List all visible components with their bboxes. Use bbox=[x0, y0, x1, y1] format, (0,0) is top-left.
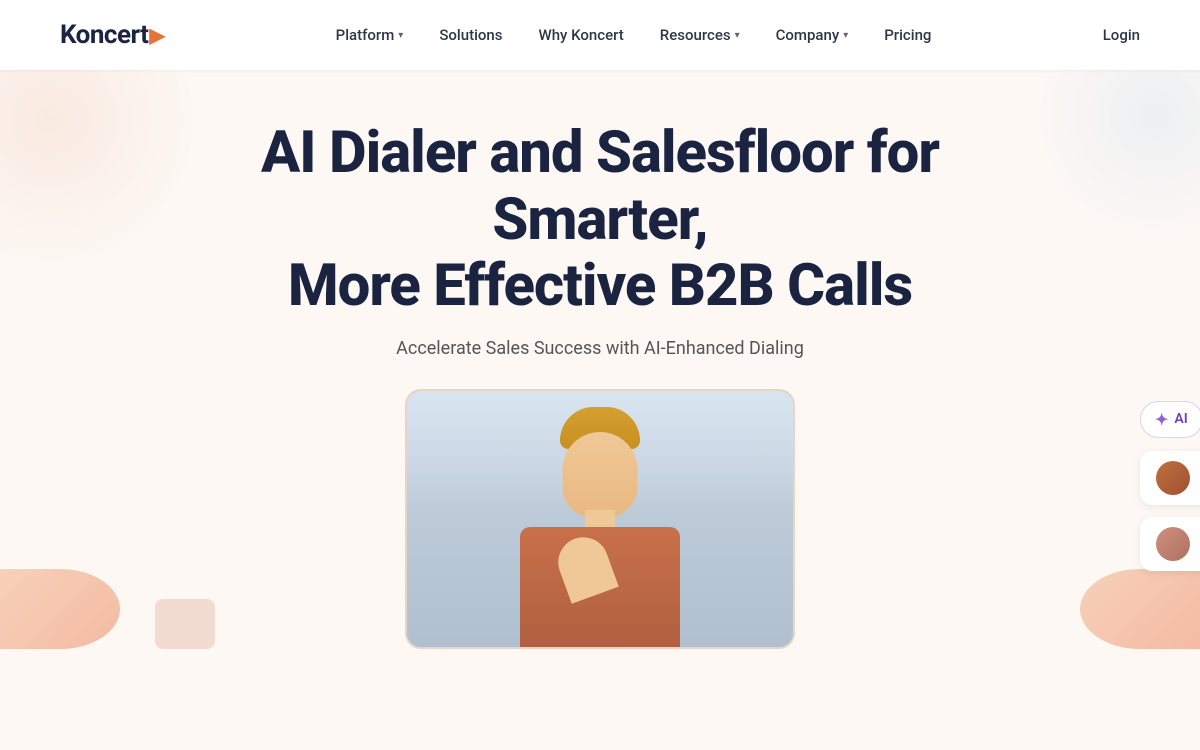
nav-link-company[interactable]: Company ▾ bbox=[776, 26, 849, 44]
hero-section: AI Dialer and Salesfloor for Smarter, Mo… bbox=[0, 70, 1200, 649]
contact-row-marcus: Marcus Elden BAD NUMBER... ✕ bbox=[1140, 451, 1200, 505]
logo-arrow: ▶ bbox=[149, 23, 164, 47]
nav-link-pricing[interactable]: Pricing bbox=[884, 26, 931, 44]
contact-row-nolan: Nolan Sterling VOICEMAIL... QO bbox=[1140, 517, 1200, 571]
ui-overlay: ✦ AI 📞 DIALING.. Marcus Elden BAD NUMBER… bbox=[1140, 399, 1200, 571]
nav-item-solutions[interactable]: Solutions bbox=[439, 26, 502, 44]
chevron-down-icon: ▾ bbox=[843, 30, 848, 41]
hero-headline: AI Dialer and Salesfloor for Smarter, Mo… bbox=[150, 120, 1050, 320]
nav-link-solutions[interactable]: Solutions bbox=[439, 26, 502, 44]
hero-subtext: Accelerate Sales Success with AI-Enhance… bbox=[0, 338, 1200, 359]
avatar-nolan bbox=[1156, 527, 1190, 561]
blob-bottom-left bbox=[0, 569, 120, 649]
nav-link-resources[interactable]: Resources ▾ bbox=[660, 26, 740, 44]
nav-item-company[interactable]: Company ▾ bbox=[776, 26, 849, 44]
logo-text: Koncert bbox=[60, 20, 148, 50]
nav-item-platform[interactable]: Platform ▾ bbox=[336, 26, 404, 44]
login-button[interactable]: Login bbox=[1103, 26, 1140, 44]
person-background bbox=[407, 391, 793, 647]
head bbox=[563, 432, 638, 517]
blob-bottom-left-2 bbox=[155, 599, 215, 649]
hero-card bbox=[405, 389, 795, 649]
nav-link-platform[interactable]: Platform ▾ bbox=[336, 26, 404, 44]
nav-item-pricing[interactable]: Pricing bbox=[884, 26, 931, 44]
dialing-row: ✦ AI 📞 DIALING.. bbox=[1140, 399, 1200, 439]
nav-item-why-koncert[interactable]: Why Koncert bbox=[538, 26, 623, 44]
chevron-down-icon: ▾ bbox=[398, 30, 403, 41]
logo[interactable]: Koncert▶ bbox=[60, 20, 164, 50]
blob-bottom-right bbox=[1080, 569, 1200, 649]
navigation: Koncert▶ Platform ▾ Solutions Why Koncer… bbox=[0, 0, 1200, 70]
chevron-down-icon: ▾ bbox=[735, 30, 740, 41]
ai-star-icon: ✦ bbox=[1155, 410, 1168, 429]
nav-link-why-koncert[interactable]: Why Koncert bbox=[538, 26, 623, 44]
avatar-marcus bbox=[1156, 461, 1190, 495]
ai-badge: ✦ AI bbox=[1140, 401, 1200, 438]
nav-links: Platform ▾ Solutions Why Koncert Resourc… bbox=[336, 26, 932, 44]
nav-item-resources[interactable]: Resources ▾ bbox=[660, 26, 740, 44]
